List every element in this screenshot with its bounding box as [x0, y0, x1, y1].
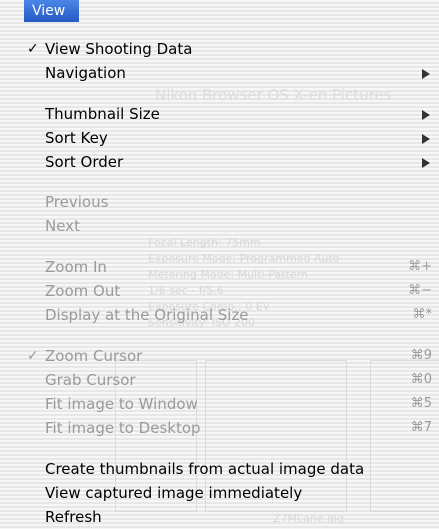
menu-item-display-original-size[interactable]: Display at the Original Size ⌘*: [0, 304, 439, 326]
menu-item-shortcut: ⌘+: [408, 259, 432, 274]
menu-item-shortcut: ⌘0: [410, 372, 432, 387]
menu-item-shortcut: ⌘−: [408, 283, 432, 298]
menu-item-label: Zoom Out: [45, 282, 121, 300]
menu-item-label: Display at the Original Size: [45, 306, 249, 324]
menu-item-label: Navigation: [45, 64, 126, 82]
menu-item-grab-cursor[interactable]: Grab Cursor ⌘0: [0, 369, 439, 391]
menu-item-label: Sort Order: [45, 153, 124, 171]
menu-item-view-shooting-data[interactable]: ✓ View Shooting Data: [0, 38, 439, 60]
menu-item-label: Refresh: [45, 508, 102, 526]
menu-item-shortcut: ⌘7: [410, 420, 432, 435]
menu-item-label: Thumbnail Size: [45, 105, 160, 123]
menu-item-shortcut: ⌘5: [410, 396, 432, 411]
menu-item-zoom-in[interactable]: Zoom In ⌘+: [0, 256, 439, 278]
menu-item-label: Sort Key: [45, 129, 108, 147]
menu-item-view-captured-immediately[interactable]: View captured image immediately: [0, 482, 439, 504]
menu-item-label: Next: [45, 217, 80, 235]
menu-item-sort-key[interactable]: Sort Key: [0, 127, 439, 149]
menu-item-refresh[interactable]: Refresh: [0, 506, 439, 528]
background-window-title: Nikon Browser OS X-en Pictures: [155, 86, 392, 104]
background-info-line: Focal Length: 75mm: [148, 236, 261, 249]
menu-item-label: View captured image immediately: [45, 484, 303, 502]
menu-item-shortcut: ⌘*: [412, 307, 433, 322]
menu-item-label: Grab Cursor: [45, 371, 136, 389]
menu-item-zoom-out[interactable]: Zoom Out ⌘−: [0, 280, 439, 302]
menu-bar: View: [0, 0, 439, 22]
menu-item-zoom-cursor[interactable]: ✓ Zoom Cursor ⌘9: [0, 345, 439, 367]
menu-item-fit-to-desktop[interactable]: Fit image to Desktop ⌘7: [0, 417, 439, 439]
submenu-arrow-icon: [422, 134, 430, 144]
menu-item-label: Zoom Cursor: [45, 347, 143, 365]
menu-item-navigation[interactable]: Navigation: [0, 62, 439, 84]
menu-item-sort-order[interactable]: Sort Order: [0, 151, 439, 173]
menu-item-label: Previous: [45, 193, 109, 211]
submenu-arrow-icon: [422, 110, 430, 120]
menu-item-label: Fit image to Window: [45, 395, 198, 413]
submenu-arrow-icon: [422, 158, 430, 168]
menu-item-shortcut: ⌘9: [410, 348, 432, 363]
menu-item-create-thumbnails[interactable]: Create thumbnails from actual image data: [0, 458, 439, 480]
checkmark-icon: ✓: [27, 348, 39, 364]
menu-item-label: View Shooting Data: [45, 40, 193, 58]
menu-item-label: Fit image to Desktop: [45, 419, 201, 437]
menu-item-fit-to-window[interactable]: Fit image to Window ⌘5: [0, 393, 439, 415]
submenu-arrow-icon: [422, 69, 430, 79]
checkmark-icon: ✓: [27, 41, 39, 57]
menu-item-thumbnail-size[interactable]: Thumbnail Size: [0, 103, 439, 125]
menu-item-next[interactable]: Next: [0, 215, 439, 237]
menu-item-previous[interactable]: Previous: [0, 191, 439, 213]
menu-item-label: Zoom In: [45, 258, 107, 276]
screen: { "menubar": { "title": "View" }, "backg…: [0, 0, 439, 529]
menu-item-label: Create thumbnails from actual image data: [45, 460, 365, 478]
view-menu-title[interactable]: View: [24, 0, 79, 22]
